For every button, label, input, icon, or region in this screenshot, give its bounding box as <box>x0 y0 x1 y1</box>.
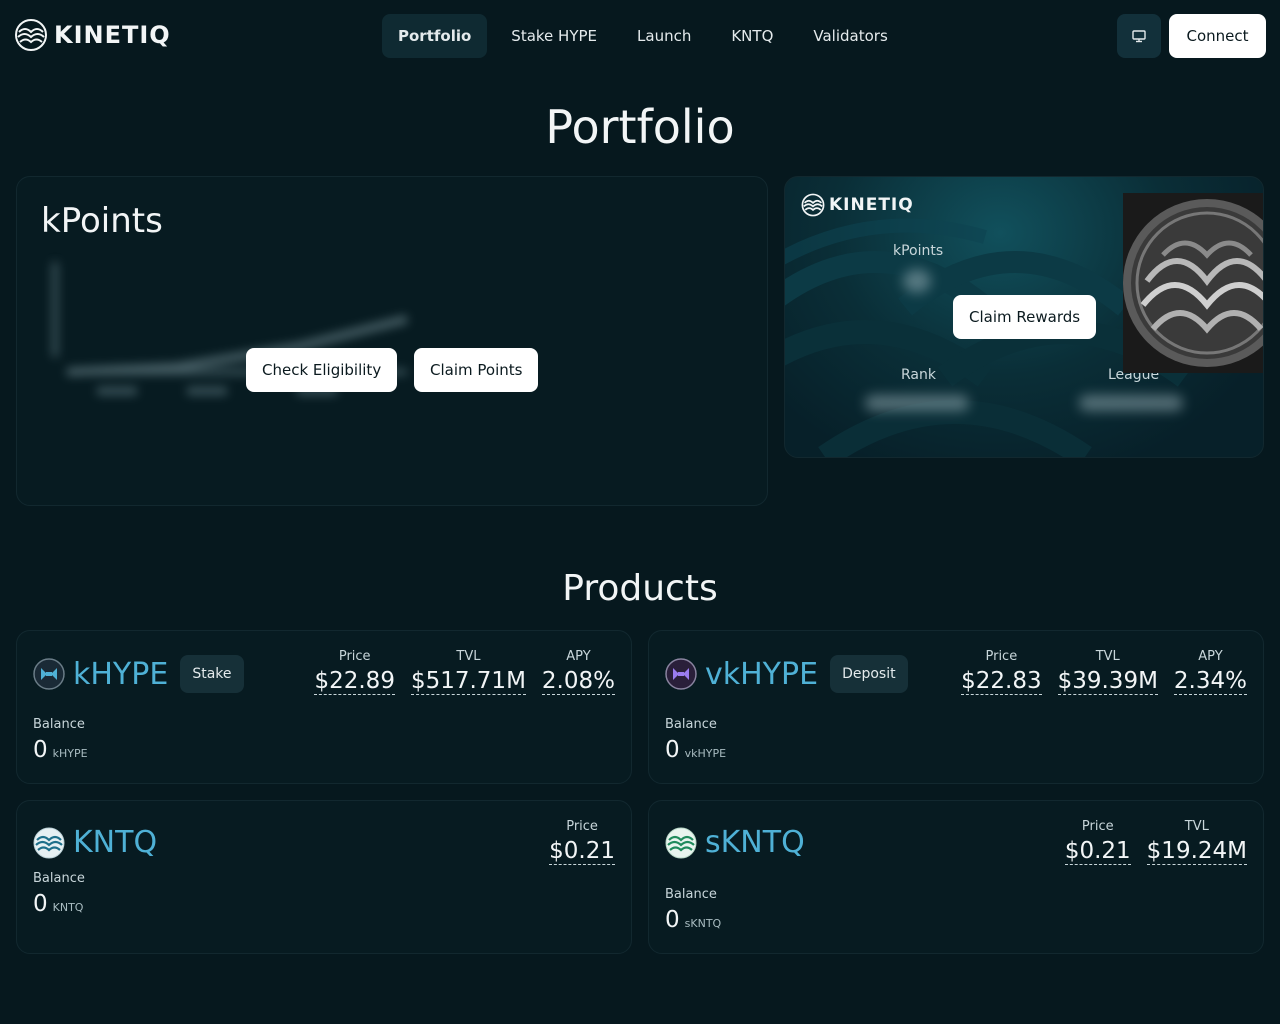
stat-price: Price $0.21 <box>1064 819 1131 865</box>
skntq-icon <box>665 827 697 858</box>
stat-label: Price <box>1081 819 1114 834</box>
product-name[interactable]: kHYPE <box>73 657 168 692</box>
product-card-khype: kHYPE Stake Price $22.89 TVL $517.71M AP… <box>16 630 632 784</box>
rank-value-blurred <box>865 395 969 411</box>
stat-label: TVL <box>1095 649 1120 664</box>
stat-value[interactable]: $0.21 <box>1064 838 1131 865</box>
balance-unit: kHYPE <box>52 747 88 760</box>
card-logo-text: KINETIQ <box>829 195 914 215</box>
kinetiq-logo-icon <box>801 193 825 217</box>
kpoints-title: kPoints <box>41 201 163 241</box>
league-value-blurred <box>1079 395 1183 411</box>
kpoints-value-blurred <box>903 269 931 293</box>
portfolio-page: KINETIQ Portfolio Stake HYPE Launch KNTQ… <box>0 0 1280 1024</box>
balance-row: 0 sKNTQ <box>665 907 721 933</box>
page-title: Portfolio <box>545 100 735 154</box>
balance-unit: vkHYPE <box>684 747 727 760</box>
deposit-button[interactable]: Deposit <box>830 655 908 693</box>
card-logo: KINETIQ <box>801 193 914 217</box>
stat-value[interactable]: 2.08% <box>541 668 615 695</box>
stat-label: APY <box>566 649 591 664</box>
check-eligibility-button[interactable]: Check Eligibility <box>246 348 398 392</box>
stat-apy: APY 2.08% <box>541 649 615 695</box>
stat-value[interactable]: 2.34% <box>1173 668 1247 695</box>
stat-value[interactable]: $22.83 <box>961 668 1042 695</box>
stat-label: TVL <box>1184 819 1209 834</box>
coin-icon <box>1123 193 1263 373</box>
product-name[interactable]: vkHYPE <box>705 657 818 692</box>
balance-value: 0 <box>33 737 48 763</box>
stat-tvl: TVL $19.24M <box>1146 819 1247 865</box>
kinetiq-logo-icon <box>15 19 47 51</box>
product-stats: Price $0.21 <box>549 819 615 865</box>
product-name[interactable]: sKNTQ <box>705 825 805 860</box>
stat-tvl: TVL $39.39M <box>1057 649 1158 695</box>
products-title: Products <box>562 568 718 609</box>
card-kpoints-label: kPoints <box>893 243 944 259</box>
stat-value[interactable]: $19.24M <box>1146 838 1247 865</box>
balance-label: Balance <box>665 887 717 902</box>
stat-apy: APY 2.34% <box>1173 649 1247 695</box>
nav-launch[interactable]: Launch <box>621 14 707 58</box>
product-card-skntq: sKNTQ Price $0.21 TVL $19.24M Balance 0 … <box>648 800 1264 954</box>
balance-unit: sKNTQ <box>684 917 722 930</box>
product-stats: Price $0.21 TVL $19.24M <box>1064 819 1247 865</box>
balance-label: Balance <box>33 871 85 886</box>
balance-value: 0 <box>665 737 680 763</box>
balance-row: 0 kHYPE <box>33 737 88 763</box>
stat-label: TVL <box>456 649 481 664</box>
product-header: vkHYPE Deposit <box>665 655 908 693</box>
balance-label: Balance <box>33 717 85 732</box>
kntq-icon <box>33 827 65 858</box>
balance-label: Balance <box>665 717 717 732</box>
balance-row: 0 vkHYPE <box>665 737 726 763</box>
balance-value: 0 <box>33 891 48 917</box>
nav-kntq[interactable]: KNTQ <box>715 14 789 58</box>
nav-portfolio[interactable]: Portfolio <box>382 14 488 58</box>
logo-text: KINETIQ <box>54 21 171 49</box>
stat-label: Price <box>985 649 1018 664</box>
balance-value: 0 <box>665 907 680 933</box>
kpoints-panel: kPoints Check Eligibility Claim Points <box>16 176 768 506</box>
stat-value[interactable]: $0.21 <box>549 838 615 865</box>
product-header: kHYPE Stake <box>33 655 244 693</box>
product-card-vkhype: vkHYPE Deposit Price $22.83 TVL $39.39M … <box>648 630 1264 784</box>
product-stats: Price $22.89 TVL $517.71M APY 2.08% <box>314 649 615 695</box>
display-toggle-button[interactable] <box>1117 14 1161 58</box>
stat-tvl: TVL $517.71M <box>410 649 526 695</box>
product-header: sKNTQ <box>665 825 805 860</box>
product-name[interactable]: KNTQ <box>73 825 157 860</box>
vkhype-icon <box>665 658 697 690</box>
kinetiq-coin-image <box>1123 193 1263 373</box>
stat-label: Price <box>566 819 598 834</box>
product-stats: Price $22.83 TVL $39.39M APY 2.34% <box>961 649 1247 695</box>
stat-label: Price <box>338 649 371 664</box>
stat-price: Price $22.89 <box>314 649 395 695</box>
rank-label: Rank <box>901 367 936 383</box>
stat-value[interactable]: $517.71M <box>410 668 526 695</box>
product-header: KNTQ <box>33 825 157 860</box>
stat-value[interactable]: $22.89 <box>314 668 395 695</box>
stake-button[interactable]: Stake <box>180 655 244 693</box>
main-nav: Portfolio Stake HYPE Launch KNTQ Validat… <box>382 14 904 58</box>
kinetiq-logo[interactable]: KINETIQ <box>14 18 171 52</box>
claim-points-button[interactable]: Claim Points <box>414 348 539 392</box>
stat-label: APY <box>1198 649 1223 664</box>
balance-unit: KNTQ <box>52 901 84 914</box>
stat-price: Price $22.83 <box>961 649 1042 695</box>
product-card-kntq: KNTQ Price $0.21 Balance 0 KNTQ <box>16 800 632 954</box>
khype-icon <box>33 658 65 690</box>
nav-validators[interactable]: Validators <box>797 14 903 58</box>
rewards-card: KINETIQ kPoints Rank League Claim Reward… <box>784 176 1264 458</box>
stat-price: Price $0.21 <box>549 819 615 865</box>
stat-value[interactable]: $39.39M <box>1057 668 1158 695</box>
connect-button[interactable]: Connect <box>1169 14 1266 58</box>
balance-row: 0 KNTQ <box>33 891 83 917</box>
claim-rewards-button[interactable]: Claim Rewards <box>953 295 1097 339</box>
nav-stake-hype[interactable]: Stake HYPE <box>495 14 613 58</box>
monitor-icon <box>1132 30 1146 43</box>
